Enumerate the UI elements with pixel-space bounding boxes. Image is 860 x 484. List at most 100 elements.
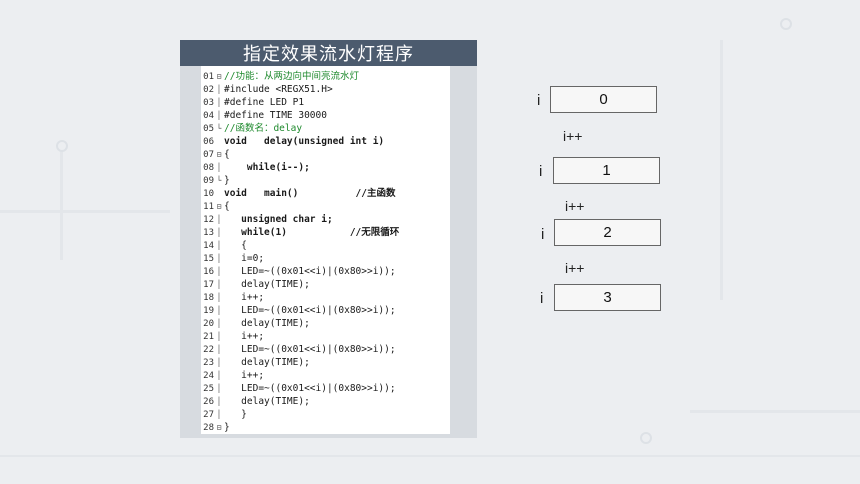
fold-marker-icon: │	[216, 410, 222, 419]
fold-marker-icon: ⊟	[216, 202, 222, 211]
fold-marker-icon: ⊟	[216, 72, 222, 81]
fold-marker-icon: │	[216, 358, 222, 367]
bg-circuit-line	[720, 40, 723, 300]
code-line: 01 ⊟//功能：从两边向中间亮流水灯	[201, 70, 450, 83]
code-line: 28 ⊟}	[201, 421, 450, 434]
bg-circuit-dot	[56, 140, 68, 152]
increment-label: i++	[565, 198, 585, 214]
code-text: void delay(unsigned int i)	[224, 136, 385, 147]
fold-marker-icon: │	[216, 254, 222, 263]
code-text: {	[224, 149, 230, 160]
code-line: 03 │ #define LED P1	[201, 96, 450, 109]
fold-marker-icon: ⊟	[216, 150, 222, 159]
fold-marker-icon: │	[216, 371, 222, 380]
code-line: 22 │ LED=~((0x01<<i)|(0x80>>i));	[201, 343, 450, 356]
code-text: LED=~((0x01<<i)|(0x80>>i));	[224, 266, 396, 277]
code-line: 14 │ {	[201, 239, 450, 252]
value-box: 2	[554, 219, 661, 246]
fold-marker-icon: │	[216, 280, 222, 289]
variable-label: i	[539, 163, 543, 180]
code-text: i++;	[224, 331, 265, 342]
code-text: {	[224, 201, 230, 212]
fold-marker-icon: │	[216, 319, 222, 328]
increment-label: i++	[563, 128, 583, 144]
code-line: 07 ⊟{	[201, 148, 450, 161]
value-box: 0	[550, 86, 657, 113]
code-text: }	[224, 409, 247, 420]
code-line: 10 void main() //主函数	[201, 187, 450, 200]
code-text: unsigned char i;	[224, 214, 333, 225]
code-editor: 01 ⊟//功能：从两边向中间亮流水灯 02 │ #include <REGX51.H>…	[201, 66, 450, 434]
code-text: #include <REGX51.H>	[224, 84, 333, 95]
code-line: 21 │ i++;	[201, 330, 450, 343]
code-text: LED=~((0x01<<i)|(0x80>>i));	[224, 344, 396, 355]
fold-marker-icon: │	[216, 98, 222, 107]
variable-label: i	[537, 92, 541, 109]
fold-marker-icon: │	[216, 345, 222, 354]
code-line: 12 │ unsigned char i;	[201, 213, 450, 226]
fold-marker-icon: │	[216, 267, 222, 276]
fold-marker-icon: │	[216, 241, 222, 250]
code-line: 15 │ i=0;	[201, 252, 450, 265]
code-text: #define LED P1	[224, 97, 305, 108]
code-text: i++;	[224, 292, 265, 303]
code-line: 02 │ #include <REGX51.H>	[201, 83, 450, 96]
code-line: 05 └//函数名：delay	[201, 122, 450, 135]
fold-marker-icon: │	[216, 293, 222, 302]
code-line: 09 └}	[201, 174, 450, 187]
fold-marker-icon: │	[216, 384, 222, 393]
code-line: 27 │ }	[201, 408, 450, 421]
fold-marker-icon: │	[216, 85, 222, 94]
code-line: 26 │ delay(TIME);	[201, 395, 450, 408]
fold-marker-icon: │	[216, 215, 222, 224]
fold-marker-icon: ⊟	[216, 423, 222, 432]
code-text: }	[224, 175, 230, 186]
increment-label: i++	[565, 260, 585, 276]
fold-marker-icon: └	[216, 176, 222, 185]
bg-circuit-dot	[640, 432, 652, 444]
fold-marker-icon: │	[216, 306, 222, 315]
code-text: delay(TIME);	[224, 318, 310, 329]
fold-marker-icon: │	[216, 111, 222, 120]
code-text: while(i--);	[224, 162, 310, 173]
value-box: 1	[553, 157, 660, 184]
code-text: while(1) //无限循环	[224, 227, 400, 238]
code-line: 17 │ delay(TIME);	[201, 278, 450, 291]
fold-marker-icon: │	[216, 397, 222, 406]
variable-label: i	[541, 226, 545, 243]
code-line: 11 ⊟{	[201, 200, 450, 213]
bg-circuit-line	[690, 410, 860, 413]
code-line: 23 │ delay(TIME);	[201, 356, 450, 369]
panel-title: 指定效果流水灯程序	[180, 40, 477, 66]
fold-marker-icon: │	[216, 163, 222, 172]
code-text: delay(TIME);	[224, 279, 310, 290]
code-text: i=0;	[224, 253, 265, 264]
variable-label: i	[540, 290, 544, 307]
code-text: delay(TIME);	[224, 357, 310, 368]
code-line: 04 │ #define TIME 30000	[201, 109, 450, 122]
code-line: 25 │ LED=~((0x01<<i)|(0x80>>i));	[201, 382, 450, 395]
bg-circuit-line	[60, 150, 63, 260]
code-text: LED=~((0x01<<i)|(0x80>>i));	[224, 305, 396, 316]
code-text: {	[224, 240, 247, 251]
bg-circuit-line	[0, 210, 170, 213]
code-line: 08 │ while(i--);	[201, 161, 450, 174]
fold-marker-icon: │	[216, 332, 222, 341]
fold-marker-icon: │	[216, 228, 222, 237]
bg-circuit-dot	[780, 18, 792, 30]
value-box: 3	[554, 284, 661, 311]
code-line: 19 │ LED=~((0x01<<i)|(0x80>>i));	[201, 304, 450, 317]
code-text: void main() //主函数	[224, 188, 396, 199]
code-line: 06 void delay(unsigned int i)	[201, 135, 450, 148]
code-line: 18 │ i++;	[201, 291, 450, 304]
code-line: 24 │ i++;	[201, 369, 450, 382]
code-text: delay(TIME);	[224, 396, 310, 407]
code-line: 20 │ delay(TIME);	[201, 317, 450, 330]
code-line: 13 │ while(1) //无限循环	[201, 226, 450, 239]
line-number: 28	[203, 423, 214, 433]
code-text: LED=~((0x01<<i)|(0x80>>i));	[224, 383, 396, 394]
code-text: #define TIME 30000	[224, 110, 327, 121]
code-text: //功能：从两边向中间亮流水灯	[224, 71, 359, 82]
code-text: i++;	[224, 370, 265, 381]
code-text: //函数名：delay	[224, 123, 303, 134]
